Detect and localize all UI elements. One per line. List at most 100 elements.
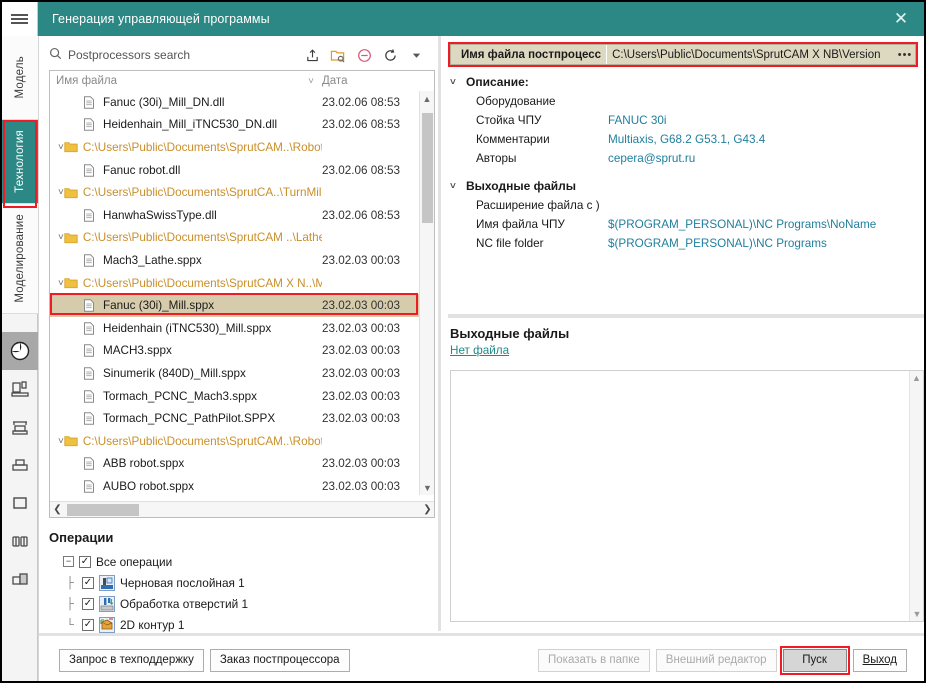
- hscrollbar-thumb[interactable]: [67, 504, 139, 516]
- description-group-header[interactable]: ˅ Описание:: [450, 72, 924, 92]
- chevron-down-icon[interactable]: ˅: [450, 181, 466, 192]
- file-list-row[interactable]: MACH3.sppx23.02.03 00:03: [50, 340, 434, 363]
- output-files-viewer[interactable]: ▲ ▼: [450, 370, 924, 622]
- close-icon[interactable]: ✕: [878, 2, 924, 36]
- property-value[interactable]: cepera@sprut.ru: [608, 152, 695, 165]
- vertical-splitter[interactable]: [438, 36, 441, 631]
- remove-icon[interactable]: [351, 44, 377, 66]
- property-row[interactable]: Авторыcepera@sprut.ru: [450, 149, 924, 168]
- property-row[interactable]: Расширение файла с ): [450, 196, 924, 215]
- file-list-row[interactable]: Fanuc (30i)_Mill_DN.dll23.02.06 08:53: [50, 91, 434, 114]
- scrollbar-thumb[interactable]: [422, 113, 433, 223]
- column-header-date[interactable]: Дата: [314, 75, 434, 87]
- file-list-vertical-scrollbar[interactable]: ▲ ▼: [419, 91, 434, 495]
- sidebar-tab-simulation[interactable]: Моделирование: [2, 204, 38, 314]
- file-list-row[interactable]: ABB robot.sppx23.02.03 00:03: [50, 453, 434, 476]
- file-list-row[interactable]: ˅C:\Users\Public\Documents\SprutCAM..\Ro…: [50, 136, 434, 159]
- property-value[interactable]: $(PROGRAM_PERSONAL)\NC Programs\NoName: [608, 218, 876, 231]
- footer-separator: [39, 633, 925, 636]
- vise-icon[interactable]: [2, 522, 38, 560]
- file-list-row[interactable]: Fanuc robot.dll23.02.06 08:53: [50, 159, 434, 182]
- scroll-up-icon[interactable]: ▲: [910, 371, 923, 385]
- file-list-row[interactable]: ˅C:\Users\Public\Documents\SprutCAM..\Ro…: [50, 430, 434, 453]
- hamburger-bar: [11, 22, 28, 24]
- left-sidebar-rail: Модель Технология Моделирование: [2, 2, 38, 681]
- file-row-label: Fanuc robot.dll: [103, 164, 180, 177]
- folder-search-icon[interactable]: [325, 44, 351, 66]
- hamburger-menu-icon[interactable]: [2, 2, 37, 36]
- file-list-row[interactable]: Sinumerik (840D)_Mill.sppx23.02.03 00:03: [50, 362, 434, 385]
- operation-row[interactable]: └✓2D контур 1: [49, 614, 435, 635]
- operation-checkbox[interactable]: ✓: [82, 598, 94, 610]
- machine-setup-icon[interactable]: [2, 370, 38, 408]
- property-key: Имя файла ЧПУ: [450, 218, 608, 231]
- tree-branch: ├: [63, 598, 77, 610]
- scroll-down-icon[interactable]: ▼: [420, 480, 435, 495]
- property-row[interactable]: NC file folder$(PROGRAM_PERSONAL)\NC Pro…: [450, 234, 924, 253]
- start-button[interactable]: Пуск: [783, 649, 847, 672]
- sidebar-tab-technology[interactable]: Технология: [2, 120, 38, 204]
- file-list-row[interactable]: HanwhaSwissType.dll23.02.06 08:53: [50, 204, 434, 227]
- fixture-icon[interactable]: [2, 446, 38, 484]
- file-list-row[interactable]: Tormach_PCNC_PathPilot.SPPX23.02.03 00:0…: [50, 407, 434, 430]
- property-value[interactable]: $(PROGRAM_PERSONAL)\NC Programs: [608, 237, 827, 250]
- browse-ellipsis-button[interactable]: •••: [895, 49, 915, 61]
- scroll-up-icon[interactable]: ▲: [420, 91, 434, 106]
- chevron-down-icon[interactable]: [403, 44, 429, 66]
- property-value[interactable]: Multiaxis, G68.2 G53.1, G43.4: [608, 133, 765, 146]
- field-divider: [606, 45, 607, 64]
- file-list-row[interactable]: Heidenhain (iTNC530)_Mill.sppx23.02.03 0…: [50, 317, 434, 340]
- scroll-down-icon[interactable]: ▼: [910, 607, 924, 621]
- file-list-horizontal-scrollbar[interactable]: ❮ ❯: [50, 501, 435, 517]
- file-list-row[interactable]: Mach3_Lathe.sppx23.02.03 00:03: [50, 249, 434, 272]
- file-row-label: Heidenhain_Mill_iTNC530_DN.dll: [103, 118, 277, 131]
- output-group-header[interactable]: ˅ Выходные файлы: [450, 176, 924, 196]
- file-list-row[interactable]: AUBO robot.sppx23.02.03 00:03: [50, 475, 434, 495]
- column-header-name[interactable]: Имя файла: [56, 75, 300, 87]
- file-list-row-selected[interactable]: Fanuc (30i)_Mill.sppx23.02.03 00:03: [50, 294, 434, 317]
- sidebar-tab-model[interactable]: Модель: [2, 36, 38, 120]
- operations-root-checkbox[interactable]: ✓: [79, 556, 91, 568]
- hscroll-track[interactable]: [65, 502, 420, 518]
- postprocessor-file-list[interactable]: Имя файла ˅ Дата Fanuc (30i)_Mill_DN.dll…: [49, 70, 435, 518]
- operation-row[interactable]: ├✓Черновая послойная 1: [49, 572, 435, 593]
- material-compare-icon[interactable]: [2, 560, 38, 598]
- property-value[interactable]: FANUC 30i: [608, 114, 666, 127]
- operation-checkbox[interactable]: ✓: [82, 577, 94, 589]
- file-icon: [80, 367, 98, 380]
- shading-sphere-icon[interactable]: [2, 332, 38, 370]
- refresh-icon[interactable]: [377, 44, 403, 66]
- import-icon[interactable]: [299, 44, 325, 66]
- search-input[interactable]: Postprocessors search: [49, 47, 299, 63]
- property-row[interactable]: КомментарииMultiaxis, G68.2 G53.1, G43.4: [450, 130, 924, 149]
- scroll-right-icon[interactable]: ❯: [420, 504, 435, 515]
- operations-root-row[interactable]: − ✓ Все операции: [49, 551, 435, 572]
- workpiece-icon[interactable]: [2, 408, 38, 446]
- file-list-row[interactable]: Tormach_PCNC_Mach3.sppx23.02.03 00:03: [50, 385, 434, 408]
- file-list-row[interactable]: ˅C:\Users\Public\Documents\SprutCAM ..\L…: [50, 227, 434, 250]
- folder-icon: [64, 435, 78, 447]
- property-row[interactable]: Имя файла ЧПУ$(PROGRAM_PERSONAL)\NC Prog…: [450, 215, 924, 234]
- operation-checkbox[interactable]: ✓: [82, 619, 94, 631]
- chevron-down-icon[interactable]: ˅: [450, 77, 466, 88]
- file-list-row[interactable]: ˅C:\Users\Public\Documents\SprutCAM X N.…: [50, 272, 434, 295]
- horizontal-splitter[interactable]: [448, 314, 924, 318]
- postprocessor-field-value[interactable]: C:\Users\Public\Documents\SprutCAM X NB\…: [612, 49, 895, 61]
- property-row[interactable]: Стойка ЧПУFANUC 30i: [450, 111, 924, 130]
- collapse-expander-icon[interactable]: −: [63, 556, 74, 567]
- scroll-left-icon[interactable]: ❮: [50, 504, 65, 515]
- file-list-row[interactable]: ˅C:\Users\Public\Documents\SprutCA..\Tur…: [50, 181, 434, 204]
- stock-box-icon[interactable]: [2, 484, 38, 522]
- generate-nc-program-dialog: Модель Технология Моделирование: [0, 0, 926, 683]
- operation-row[interactable]: ├✓Обработка отверстий 1: [49, 593, 435, 614]
- file-row-name-cell: MACH3.sppx: [50, 344, 322, 357]
- file-list-row[interactable]: Heidenhain_Mill_iTNC530_DN.dll23.02.06 0…: [50, 114, 434, 137]
- exit-button[interactable]: Выход: [853, 649, 907, 672]
- postprocessor-file-name-field[interactable]: Имя файла постпроцесс C:\Users\Public\Do…: [450, 44, 916, 65]
- property-row[interactable]: Оборудование: [450, 92, 924, 111]
- no-file-link[interactable]: Нет файла: [450, 344, 924, 357]
- support-request-button[interactable]: Запрос в техподдержку: [59, 649, 204, 672]
- sidebar-tab-label: Моделирование: [14, 214, 26, 303]
- output-viewer-scrollbar[interactable]: ▲ ▼: [909, 371, 923, 621]
- order-postprocessor-button[interactable]: Заказ постпроцессора: [210, 649, 350, 672]
